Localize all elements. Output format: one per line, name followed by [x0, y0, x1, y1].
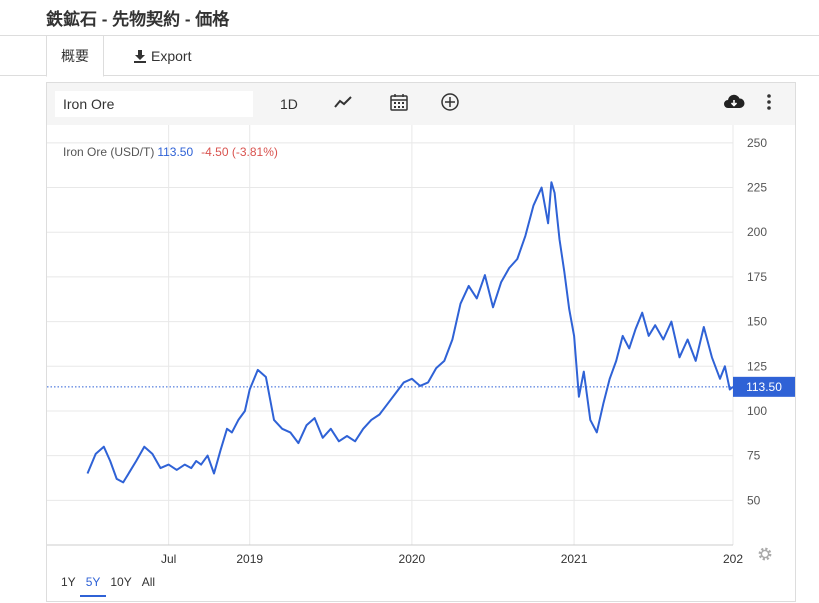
range-selector: 1Y 5Y 10Y All [61, 575, 165, 601]
y-tick-label: 125 [747, 359, 767, 373]
download-icon [134, 50, 146, 63]
legend-change: -4.50 (-3.81%) [201, 145, 278, 159]
range-button-all[interactable]: All [142, 575, 155, 595]
x-tick-label: 2020 [399, 552, 426, 565]
legend-price: 113.50 [157, 145, 194, 159]
tab-bar: 概要 Export [0, 36, 819, 77]
y-tick-label: 50 [747, 493, 761, 507]
x-tick-label: 202 [723, 552, 743, 565]
range-button-1y[interactable]: 1Y [61, 575, 76, 595]
export-button[interactable]: Export [134, 36, 191, 76]
calendar-icon[interactable] [389, 92, 409, 116]
series-line-iron-ore [86, 181, 734, 484]
tab-overview[interactable]: 概要 [46, 36, 104, 77]
y-tick-label: 250 [747, 136, 767, 150]
symbol-input[interactable] [55, 91, 253, 117]
range-button-5y[interactable]: 5Y [79, 575, 107, 597]
page-header: 鉄鉱石 - 先物契約 - 価格 [0, 0, 819, 36]
plus-circle-icon[interactable] [440, 92, 460, 116]
y-tick-label: 100 [747, 404, 767, 418]
x-tick-label: Jul [161, 552, 176, 565]
last-value-label: 113.50 [746, 380, 782, 394]
y-tick-label: 75 [747, 449, 761, 463]
cloud-download-icon[interactable] [723, 92, 745, 116]
chart-legend: Iron Ore (USD/T) 113.50 -4.50 (-3.81%) [63, 145, 278, 159]
chart-panel: 1D [46, 82, 796, 602]
y-tick-label: 150 [747, 315, 767, 329]
more-vertical-icon[interactable] [765, 92, 773, 116]
price-chart[interactable]: 5075100125150175200225250Jul 2019 2020 2021… [47, 125, 795, 565]
chart-toolbar: 1D [47, 83, 795, 125]
period-button[interactable]: 1D [280, 92, 298, 116]
x-tick-label: 2021 [561, 552, 588, 565]
y-tick-label: 175 [747, 270, 767, 284]
y-tick-label: 200 [747, 225, 767, 239]
legend-series-name: Iron Ore (USD/T) [63, 145, 155, 159]
gear-icon[interactable] [757, 546, 773, 567]
x-tick-label: 2019 [236, 552, 263, 565]
page-title: 鉄鉱石 - 先物契約 - 価格 [46, 10, 230, 29]
range-button-10y[interactable]: 10Y [110, 575, 131, 595]
y-tick-label: 225 [747, 181, 767, 195]
export-label: Export [151, 48, 192, 64]
line-chart-icon[interactable] [333, 92, 353, 116]
